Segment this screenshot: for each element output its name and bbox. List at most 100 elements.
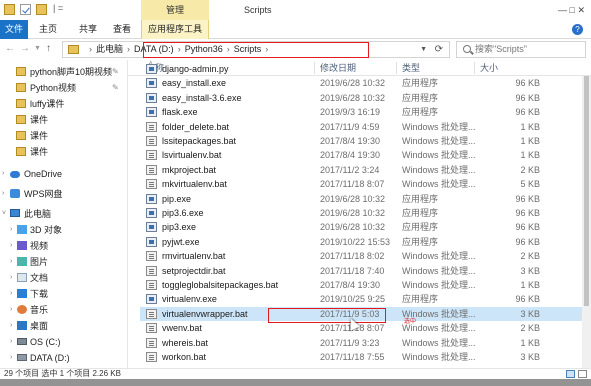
expand-chevron-icon[interactable]: › bbox=[10, 334, 12, 350]
file-row[interactable]: pip.exe 2019/6/28 10:32 应用程序 96 KB bbox=[140, 192, 582, 206]
expand-chevron-icon[interactable]: › bbox=[10, 222, 12, 238]
file-row[interactable]: lssitepackages.bat 2017/8/4 19:30 Windows … bbox=[140, 134, 582, 148]
file-row[interactable]: setprojectdir.bat 2017/11/18 7:40 Windows … bbox=[140, 264, 582, 278]
file-row[interactable]: django-admin.py bbox=[140, 62, 582, 76]
search-box[interactable]: 搜索"Scripts" bbox=[456, 41, 586, 58]
batch-file-icon bbox=[146, 352, 157, 362]
expand-chevron-icon[interactable]: › bbox=[2, 166, 4, 182]
properties-check-icon[interactable] bbox=[20, 4, 31, 15]
expand-chevron-icon[interactable]: › bbox=[10, 318, 12, 334]
file-row[interactable]: mkvirtualenv.bat 2017/11/18 8:07 Windows 批… bbox=[140, 177, 582, 191]
file-row[interactable]: rmvirtualenv.bat 2017/11/18 8:02 Windows 批… bbox=[140, 249, 582, 263]
file-size: 96 KB bbox=[515, 236, 540, 247]
file-row[interactable]: lsvirtualenv.bat 2017/8/4 19:30 Windows 批处… bbox=[140, 148, 582, 162]
file-row[interactable]: pip3.exe 2019/6/28 10:32 应用程序 96 KB bbox=[140, 220, 582, 234]
music-icon bbox=[17, 305, 27, 314]
large-icons-view-icon[interactable] bbox=[578, 370, 587, 378]
search-input[interactable]: 搜索"Scripts" bbox=[475, 42, 527, 57]
expand-chevron-icon[interactable]: › bbox=[10, 270, 12, 286]
file-row[interactable]: vwenv.bat 2017/11/18 8:07 Windows 批处理... 2 … bbox=[140, 321, 582, 335]
file-row[interactable]: folder_delete.bat 2017/11/9 4:59 Windows 批… bbox=[140, 120, 582, 134]
window-controls[interactable]: — □ ✕ bbox=[558, 0, 585, 20]
file-size: 1 KB bbox=[520, 121, 540, 132]
sidebar-item-data-d[interactable]: › DATA (D:) bbox=[0, 350, 127, 366]
refresh-icon[interactable]: ⟳ bbox=[435, 42, 443, 57]
details-view-icon[interactable] bbox=[566, 370, 575, 378]
file-row[interactable]: mkproject.bat 2017/11/2 3:24 Windows 批处理..… bbox=[140, 163, 582, 177]
sidebar-item-onedrive[interactable]: › OneDrive bbox=[0, 166, 127, 182]
sidebar-item-os-c[interactable]: › OS (C:) bbox=[0, 334, 127, 350]
filename-highlight-box bbox=[268, 308, 386, 323]
vertical-scrollbar[interactable] bbox=[582, 76, 591, 368]
sidebar-item-courseware-1[interactable]: 课件 bbox=[0, 112, 127, 128]
file-row[interactable]: easy_install-3.6.exe 2019/6/28 10:32 应用程序 9… bbox=[140, 91, 582, 105]
sidebar-item-downloads[interactable]: › 下载 bbox=[0, 286, 127, 302]
file-name: mkvirtualenv.bat bbox=[162, 179, 227, 190]
breadcrumb-chevron-icon[interactable]: › bbox=[85, 44, 96, 54]
file-size: 96 KB bbox=[515, 294, 540, 305]
file-row[interactable]: easy_install.exe 2019/6/28 10:32 应用程序 96 KB bbox=[140, 76, 582, 90]
batch-file-icon bbox=[146, 323, 157, 334]
breadcrumb-chevron-icon[interactable]: › bbox=[123, 44, 134, 54]
manage-context-tab[interactable]: 管理 bbox=[141, 0, 209, 20]
file-name: folder_delete.bat bbox=[162, 121, 230, 132]
new-folder-icon[interactable] bbox=[36, 4, 47, 15]
sidebar-item-label: 文档 bbox=[30, 273, 49, 283]
file-row[interactable]: pip3.6.exe 2019/6/28 10:32 应用程序 96 KB bbox=[140, 206, 582, 220]
drive-icon bbox=[17, 354, 27, 361]
quick-access-customize[interactable]: | = bbox=[53, 3, 63, 13]
help-icon[interactable]: ? bbox=[572, 24, 583, 35]
navigation-pane: python脚声10期视频 ✎ Python视频 ✎ luffy课件 课件 课件… bbox=[0, 60, 128, 368]
sidebar-item-pictures[interactable]: › 图片 bbox=[0, 254, 127, 270]
address-dropdown-chevron-icon[interactable]: ▼ bbox=[420, 43, 427, 57]
file-size: 96 KB bbox=[515, 92, 540, 103]
tab-home[interactable]: 主页 bbox=[34, 20, 62, 39]
file-type: 应用程序 bbox=[402, 92, 439, 103]
sidebar-item-music[interactable]: › 音乐 bbox=[0, 302, 127, 318]
sidebar-item-videos[interactable]: › 视频 bbox=[0, 238, 127, 254]
sidebar-item-documents[interactable]: › 文档 bbox=[0, 270, 127, 286]
sidebar-item-courseware-3[interactable]: 课件 bbox=[0, 144, 127, 160]
file-size: 96 KB bbox=[515, 208, 540, 218]
expand-chevron-icon[interactable]: › bbox=[2, 186, 4, 202]
expand-chevron-icon[interactable]: › bbox=[10, 254, 12, 270]
back-arrow-icon[interactable]: ← bbox=[5, 43, 15, 54]
recent-locations-chevron-icon[interactable]: ▼ bbox=[34, 45, 41, 52]
expand-chevron-icon[interactable]: › bbox=[10, 302, 12, 318]
sidebar-item-luffy[interactable]: luffy课件 bbox=[0, 96, 127, 112]
file-type: 应用程序 bbox=[402, 208, 439, 218]
address-bar[interactable]: › 此电脑 › DATA (D:) › Python36 › Scripts › ▼ ⟳ bbox=[62, 41, 450, 58]
file-row[interactable]: whereis.bat 2017/11/9 3:23 Windows 批处理... 1… bbox=[140, 336, 582, 350]
file-row[interactable]: workon.bat 2017/11/18 7:55 Windows 批处理... 3… bbox=[140, 350, 582, 364]
file-row[interactable]: toggleglobalsitepackages.bat 2017/8/4 19:… bbox=[140, 278, 582, 292]
tab-view[interactable]: 查看 bbox=[108, 20, 136, 39]
up-arrow-icon[interactable]: ↑ bbox=[46, 43, 51, 54]
file-date: 2019/6/28 10:32 bbox=[320, 222, 386, 233]
expand-chevron-icon[interactable]: › bbox=[10, 286, 12, 302]
forward-arrow-icon[interactable]: → bbox=[20, 43, 30, 54]
sidebar-item-desktop[interactable]: › 桌面 bbox=[0, 318, 127, 334]
sidebar-item-courseware-2[interactable]: 课件 bbox=[0, 128, 127, 144]
tab-share[interactable]: 共享 bbox=[74, 20, 102, 39]
file-row[interactable]: flask.exe 2019/9/3 16:19 应用程序 96 KB bbox=[140, 105, 582, 119]
expand-chevron-icon[interactable]: › bbox=[10, 350, 12, 366]
file-row[interactable]: pyjwt.exe 2019/10/22 15:53 应用程序 96 KB bbox=[140, 235, 582, 249]
breadcrumb-this-pc[interactable]: 此电脑 bbox=[96, 44, 123, 54]
collapse-chevron-icon[interactable]: ˅ bbox=[2, 206, 6, 222]
sidebar-item-3d-objects[interactable]: › 3D 对象 bbox=[0, 222, 127, 238]
sidebar-item-this-pc[interactable]: ˅ 此电脑 bbox=[0, 206, 127, 222]
sidebar-item-python-videos-10[interactable]: python脚声10期视频 ✎ bbox=[0, 64, 127, 80]
file-row[interactable]: virtualenv.exe 2019/10/25 9:25 应用程序 96 KB bbox=[140, 292, 582, 306]
sidebar-item-wps-drive[interactable]: › WPS网盘 bbox=[0, 186, 127, 202]
scrollbar-thumb[interactable] bbox=[584, 76, 589, 306]
file-type: 应用程序 bbox=[402, 294, 439, 305]
tab-file[interactable]: 文件 bbox=[0, 20, 28, 39]
window-title: Scripts bbox=[244, 5, 272, 15]
sidebar-item-label: luffy课件 bbox=[30, 99, 65, 109]
expand-chevron-icon[interactable]: › bbox=[10, 238, 12, 254]
file-size: 96 KB bbox=[515, 193, 540, 204]
sidebar-item-label: 音乐 bbox=[30, 305, 49, 315]
tab-application-tools[interactable]: 应用程序工具 bbox=[141, 20, 209, 39]
file-name: lssitepackages.bat bbox=[162, 136, 237, 146]
sidebar-item-python-videos[interactable]: Python视频 ✎ bbox=[0, 80, 127, 96]
